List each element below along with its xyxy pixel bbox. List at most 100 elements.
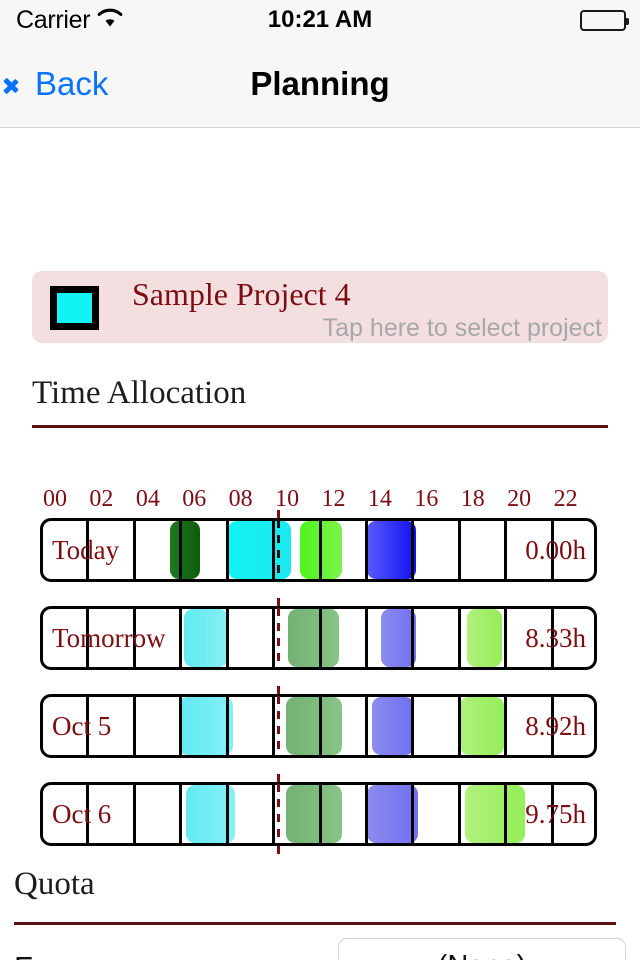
- status-bar-right: [580, 0, 629, 40]
- hour-cell-divider: [504, 697, 508, 755]
- hour-cell-divider: [132, 521, 136, 579]
- day-row[interactable]: Tomorrow 8.33h: [40, 606, 597, 670]
- hour-cell-divider: [411, 609, 415, 667]
- current-time-marker-connector: [277, 510, 281, 520]
- hour-cell-divider: [225, 697, 229, 755]
- hour-cell-divider: [504, 609, 508, 667]
- hour-cell-divider: [457, 521, 461, 579]
- hour-cell-divider: [86, 697, 90, 755]
- hour-cell-divider: [86, 609, 90, 667]
- content-area: Sample Project 4 Tap here to select proj…: [0, 128, 640, 960]
- hour-cell-divider: [318, 521, 322, 579]
- project-name: Sample Project 4: [132, 276, 351, 312]
- hour-tick-20: 20: [507, 486, 532, 512]
- time-allocation-heading: Time Allocation: [32, 375, 247, 411]
- hour-cell-divider: [550, 521, 554, 579]
- day-total-hours: 0.00h: [525, 534, 586, 565]
- hour-tick-04: 04: [135, 486, 160, 512]
- current-time-marker: [277, 520, 281, 580]
- hour-cell-divider: [272, 521, 276, 579]
- hour-cell-divider: [225, 521, 229, 579]
- hour-cell-divider: [318, 697, 322, 755]
- hour-tick-14: 14: [367, 486, 392, 512]
- quota-heading: Quota: [14, 866, 95, 902]
- hour-cell-divider: [457, 697, 461, 755]
- hour-cell-divider: [272, 609, 276, 667]
- hour-tick-22: 22: [553, 486, 578, 512]
- project-select-hint: Tap here to select project: [322, 314, 602, 342]
- day-label: Tomorrow: [52, 622, 166, 653]
- allocation-block-dark-green[interactable]: [169, 521, 201, 579]
- hour-cell-divider: [179, 521, 183, 579]
- hour-cell-divider: [457, 785, 461, 843]
- hour-tick-16: 16: [414, 486, 439, 512]
- hour-cell-divider: [364, 785, 368, 843]
- allocation-block-cyan[interactable]: [227, 521, 291, 579]
- status-bar-clock: 10:21 AM: [267, 6, 373, 33]
- allocation-block-green-faded[interactable]: [286, 785, 342, 843]
- day-label: Oct 6: [52, 798, 112, 829]
- allocation-block-lime-faded[interactable]: [464, 785, 526, 843]
- current-time-marker: [277, 784, 281, 844]
- hour-cell-divider: [550, 609, 554, 667]
- hour-tick-00: 00: [43, 486, 67, 512]
- hour-tick-10: 10: [275, 486, 300, 512]
- battery-full-icon: [580, 9, 629, 31]
- current-time-marker-connector: [277, 686, 281, 696]
- day-row[interactable]: Today 0.00h: [40, 518, 597, 582]
- hour-cell-divider: [550, 697, 554, 755]
- allocation-block-lime-faded[interactable]: [460, 697, 505, 755]
- quota-divider: [14, 922, 616, 925]
- hour-cell-divider: [225, 785, 229, 843]
- hour-cell-divider: [86, 785, 90, 843]
- hour-cell-divider: [272, 697, 276, 755]
- hour-cell-divider: [179, 609, 183, 667]
- hour-cell-divider: [132, 609, 136, 667]
- allocation-block-cyan-faded[interactable]: [183, 609, 228, 667]
- allocation-block-blue-faded[interactable]: [371, 697, 414, 755]
- hour-cell-divider: [272, 785, 276, 843]
- day-total-hours: 8.33h: [525, 622, 586, 653]
- hour-cell-divider: [225, 609, 229, 667]
- hour-cell-divider: [364, 521, 368, 579]
- hour-cell-divider: [550, 785, 554, 843]
- hour-cell-divider: [132, 785, 136, 843]
- current-time-marker: [277, 696, 281, 756]
- day-row[interactable]: Oct 6 9.75h: [40, 782, 597, 846]
- hour-cell-divider: [457, 609, 461, 667]
- day-total-hours: 8.92h: [525, 710, 586, 741]
- hour-tick-08: 08: [228, 486, 253, 512]
- page-title: Planning: [250, 65, 390, 102]
- hour-axis: 00 02 04 06 08 10 12 14 16 18 20 22: [40, 486, 597, 512]
- hour-cell-divider: [179, 697, 183, 755]
- allocation-block-blue[interactable]: [367, 521, 416, 579]
- day-row[interactable]: Oct 5 8.92h: [40, 694, 597, 758]
- current-time-marker: [277, 608, 281, 668]
- hour-cell-divider: [364, 697, 368, 755]
- current-time-marker-connector: [277, 598, 281, 608]
- allocation-block-cyan-faded[interactable]: [179, 697, 233, 755]
- status-bar: Carrier 10:21 AM: [0, 0, 640, 40]
- project-color-swatch: [50, 286, 99, 330]
- current-time-marker-connector: [277, 774, 281, 784]
- navigation-bar: Back Planning: [0, 40, 640, 128]
- allocation-block-green-faded[interactable]: [288, 609, 340, 667]
- hour-tick-18: 18: [460, 486, 485, 512]
- hour-cell-divider: [411, 697, 415, 755]
- hour-tick-12: 12: [321, 486, 346, 512]
- frequency-select[interactable]: (None): [338, 938, 626, 960]
- allocation-block-lime-faded[interactable]: [467, 609, 502, 667]
- hour-cell-divider: [364, 609, 368, 667]
- hour-cell-divider: [504, 521, 508, 579]
- hour-cell-divider: [411, 785, 415, 843]
- current-time-marker-connector: [277, 846, 281, 854]
- hour-cell-divider: [504, 785, 508, 843]
- project-selector-card[interactable]: Sample Project 4 Tap here to select proj…: [32, 271, 608, 343]
- frequency-label: Frequency: [14, 950, 160, 960]
- hour-tick-06: 06: [182, 486, 207, 512]
- day-total-hours: 9.75h: [525, 798, 586, 829]
- hour-cell-divider: [411, 521, 415, 579]
- hour-cell-divider: [318, 785, 322, 843]
- allocation-block-green-faded[interactable]: [286, 697, 342, 755]
- hour-cell-divider: [318, 609, 322, 667]
